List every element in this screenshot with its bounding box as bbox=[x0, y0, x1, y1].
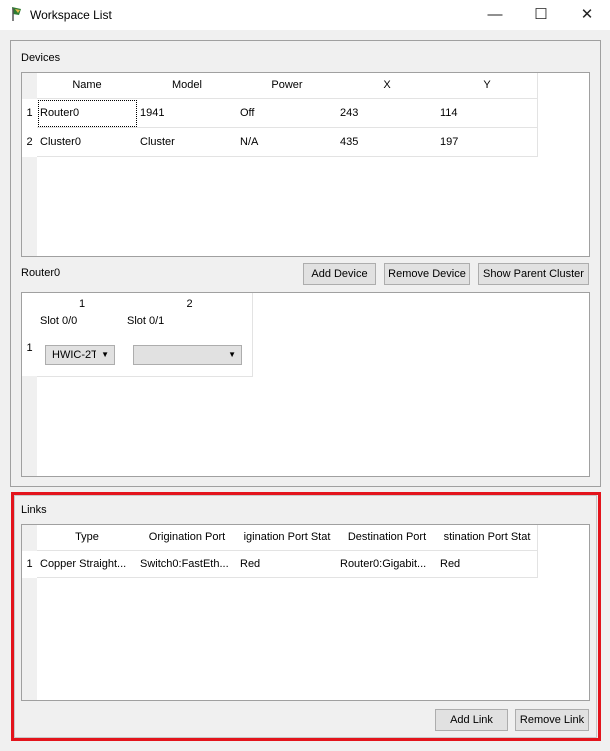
slot-label: Slot 0/0 bbox=[40, 315, 78, 327]
selected-device-label: Router0 bbox=[21, 267, 61, 279]
column-header-destination-port-status[interactable]: stination Port Stat bbox=[437, 525, 538, 551]
remove-link-button[interactable]: Remove Link bbox=[515, 709, 589, 731]
remove-device-button[interactable]: Remove Device bbox=[384, 263, 470, 285]
row-number: 1 bbox=[22, 99, 37, 128]
table-cell[interactable]: 197 bbox=[437, 128, 538, 157]
maximize-button[interactable]: ☐ bbox=[518, 0, 564, 30]
column-header-power[interactable]: Power bbox=[237, 73, 338, 99]
table-cell[interactable]: N/A bbox=[237, 128, 338, 157]
column-header-y[interactable]: Y bbox=[437, 73, 538, 99]
column-header-origination-port-status[interactable]: igination Port Stat bbox=[237, 525, 338, 551]
add-device-button[interactable]: Add Device bbox=[303, 263, 376, 285]
slot-cell-0: 1 Slot 0/0 HWIC-2T ▼ bbox=[37, 293, 125, 377]
column-header-name[interactable]: Name bbox=[37, 73, 138, 99]
selected-value: HWIC-2T bbox=[52, 349, 96, 361]
devices-label: Devices bbox=[21, 52, 61, 64]
title-bar: Workspace List — ☐ ✕ bbox=[0, 0, 610, 30]
column-header-destination-port[interactable]: Destination Port bbox=[337, 525, 438, 551]
column-header-x[interactable]: X bbox=[337, 73, 438, 99]
show-parent-cluster-button[interactable]: Show Parent Cluster bbox=[478, 263, 589, 285]
dropdown-arrow-icon: ▼ bbox=[101, 350, 109, 359]
slots-table: 1 1 Slot 0/0 HWIC-2T ▼ 2 Slot 0/1 ▼ bbox=[21, 292, 590, 477]
table-cell[interactable]: 435 bbox=[337, 128, 438, 157]
column-header-type[interactable]: Type bbox=[37, 525, 138, 551]
slot-module-select[interactable]: HWIC-2T ▼ bbox=[45, 345, 115, 365]
column-header: 1 bbox=[78, 298, 86, 310]
table-cell[interactable]: Red bbox=[237, 551, 338, 578]
table-cell[interactable]: Red bbox=[437, 551, 538, 578]
links-table[interactable]: Type Origination Port igination Port Sta… bbox=[21, 524, 590, 701]
slot-cell-1: 2 Slot 0/1 ▼ bbox=[124, 293, 253, 377]
table-cell[interactable]: Cluster0 bbox=[37, 128, 138, 157]
app-icon bbox=[12, 7, 21, 21]
add-link-button[interactable]: Add Link bbox=[435, 709, 508, 731]
table-cell[interactable]: Cluster bbox=[137, 128, 238, 157]
row-number: 1 bbox=[22, 551, 37, 578]
dropdown-arrow-icon: ▼ bbox=[228, 350, 236, 359]
table-cell[interactable]: 114 bbox=[437, 99, 538, 128]
table-cell[interactable]: Router0 bbox=[37, 99, 138, 128]
table-cell[interactable]: Switch0:FastEth... bbox=[137, 551, 238, 578]
devices-table[interactable]: Name Model Power X Y 1 Router0 1941 Off … bbox=[21, 72, 590, 257]
column-header-origination-port[interactable]: Origination Port bbox=[137, 525, 238, 551]
minimize-button[interactable]: — bbox=[472, 0, 518, 30]
close-button[interactable]: ✕ bbox=[564, 0, 610, 30]
table-cell[interactable]: 243 bbox=[337, 99, 438, 128]
column-header: 2 bbox=[186, 298, 193, 310]
table-cell[interactable]: Off bbox=[237, 99, 338, 128]
row-number: 2 bbox=[22, 128, 37, 157]
row-number: 1 bbox=[22, 293, 37, 376]
table-cell[interactable]: Copper Straight... bbox=[37, 551, 138, 578]
links-label: Links bbox=[21, 504, 47, 516]
table-cell[interactable]: 1941 bbox=[137, 99, 238, 128]
slot-module-select[interactable]: ▼ bbox=[133, 345, 242, 365]
slot-label: Slot 0/1 bbox=[127, 315, 165, 327]
table-cell[interactable]: Router0:Gigabit... bbox=[337, 551, 438, 578]
window-title: Workspace List bbox=[30, 8, 112, 22]
column-header-model[interactable]: Model bbox=[137, 73, 238, 99]
